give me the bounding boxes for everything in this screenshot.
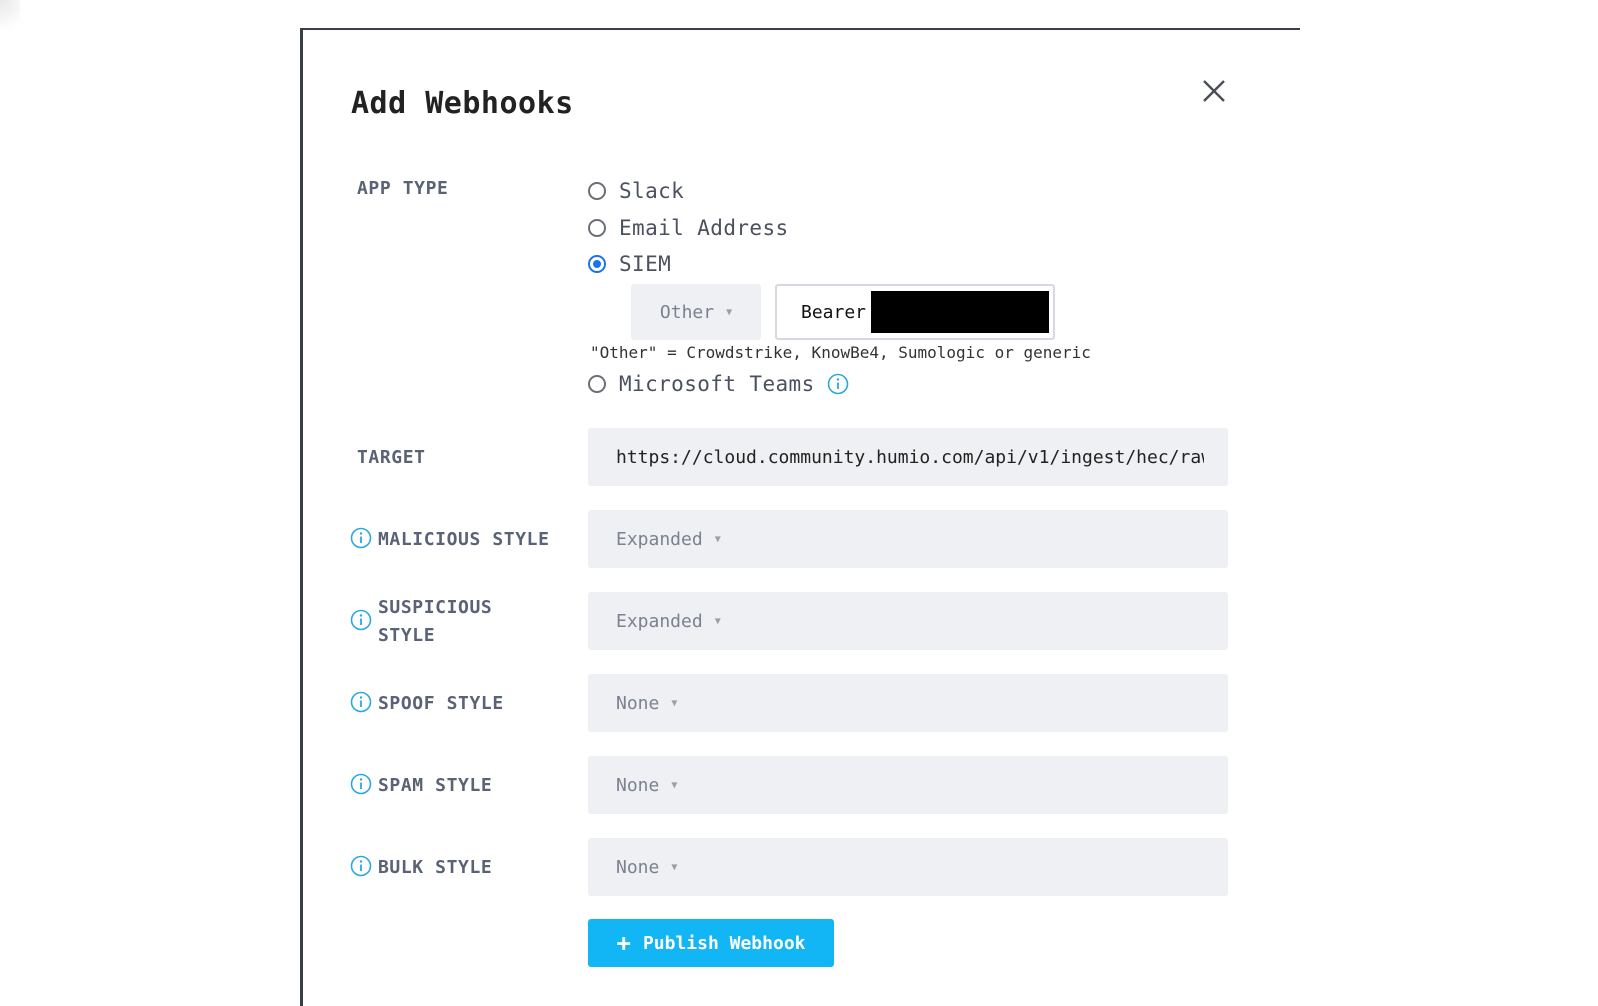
spam-style-value: None <box>616 774 660 796</box>
target-url-value: https://cloud.community.humio.com/api/v1… <box>616 446 1204 468</box>
radio-label-email: Email Address <box>619 216 789 240</box>
spam-style-label: SPAM STYLE <box>378 775 493 796</box>
caret-down-icon: ▼ <box>714 615 721 627</box>
caret-down-icon: ▼ <box>726 306 733 318</box>
bearer-token-input[interactable]: Bearer <box>775 284 1055 340</box>
info-icon[interactable] <box>350 527 372 549</box>
radio-option-email[interactable]: Email Address <box>588 216 789 240</box>
publish-webhook-button[interactable]: + Publish Webhook <box>588 919 834 967</box>
spam-style-select[interactable]: None ▼ <box>588 756 1228 814</box>
radio-label-slack: Slack <box>619 179 685 203</box>
malicious-style-label: MALICIOUS STYLE <box>378 529 550 550</box>
radio-siem[interactable] <box>588 255 606 273</box>
info-icon[interactable] <box>350 609 372 631</box>
radio-label-siem: SIEM <box>619 252 672 276</box>
radio-teams[interactable] <box>588 375 606 393</box>
caret-down-icon: ▼ <box>714 533 721 545</box>
suspicious-style-label-line1: SUSPICIOUS <box>378 597 493 618</box>
malicious-style-value: Expanded <box>616 528 703 550</box>
caret-down-icon: ▼ <box>671 697 678 709</box>
plus-icon: + <box>616 929 631 957</box>
spoof-style-label: SPOOF STYLE <box>378 693 504 714</box>
bulk-style-select[interactable]: None ▼ <box>588 838 1228 896</box>
radio-slack[interactable] <box>588 182 606 200</box>
add-webhooks-modal: Add Webhooks APP TYPE Slack Email Addres… <box>300 28 1300 1006</box>
info-icon[interactable] <box>350 773 372 795</box>
malicious-style-select[interactable]: Expanded ▼ <box>588 510 1228 568</box>
radio-option-teams[interactable]: Microsoft Teams <box>588 372 849 396</box>
close-icon <box>1203 80 1225 102</box>
caret-down-icon: ▼ <box>671 779 678 791</box>
spoof-style-select[interactable]: None ▼ <box>588 674 1228 732</box>
suspicious-style-select[interactable]: Expanded ▼ <box>588 592 1228 650</box>
siem-provider-select[interactable]: Other ▼ <box>631 284 761 340</box>
target-url-input[interactable]: https://cloud.community.humio.com/api/v1… <box>588 428 1228 486</box>
bulk-style-value: None <box>616 856 660 878</box>
background-shadow <box>0 0 20 40</box>
caret-down-icon: ▼ <box>671 861 678 873</box>
info-icon[interactable] <box>827 373 849 395</box>
radio-label-teams: Microsoft Teams <box>619 372 815 396</box>
bulk-style-label: BULK STYLE <box>378 857 493 878</box>
publish-webhook-label: Publish Webhook <box>642 932 806 954</box>
spoof-style-value: None <box>616 692 660 714</box>
suspicious-style-value: Expanded <box>616 610 703 632</box>
radio-option-slack[interactable]: Slack <box>588 179 684 203</box>
info-icon[interactable] <box>350 691 372 713</box>
radio-email[interactable] <box>588 219 606 237</box>
suspicious-style-label-line2: STYLE <box>378 625 436 646</box>
target-label: TARGET <box>357 447 426 468</box>
bearer-prefix: Bearer <box>801 301 867 323</box>
radio-option-siem[interactable]: SIEM <box>588 252 671 276</box>
modal-title: Add Webhooks <box>351 86 574 121</box>
close-button[interactable] <box>1199 76 1229 106</box>
siem-provider-value: Other <box>659 301 715 323</box>
info-icon[interactable] <box>350 855 372 877</box>
app-type-label: APP TYPE <box>357 178 449 199</box>
redacted-token <box>871 291 1050 333</box>
siem-hint-text: "Other" = Crowdstrike, KnowBe4, Sumologi… <box>590 343 1091 362</box>
